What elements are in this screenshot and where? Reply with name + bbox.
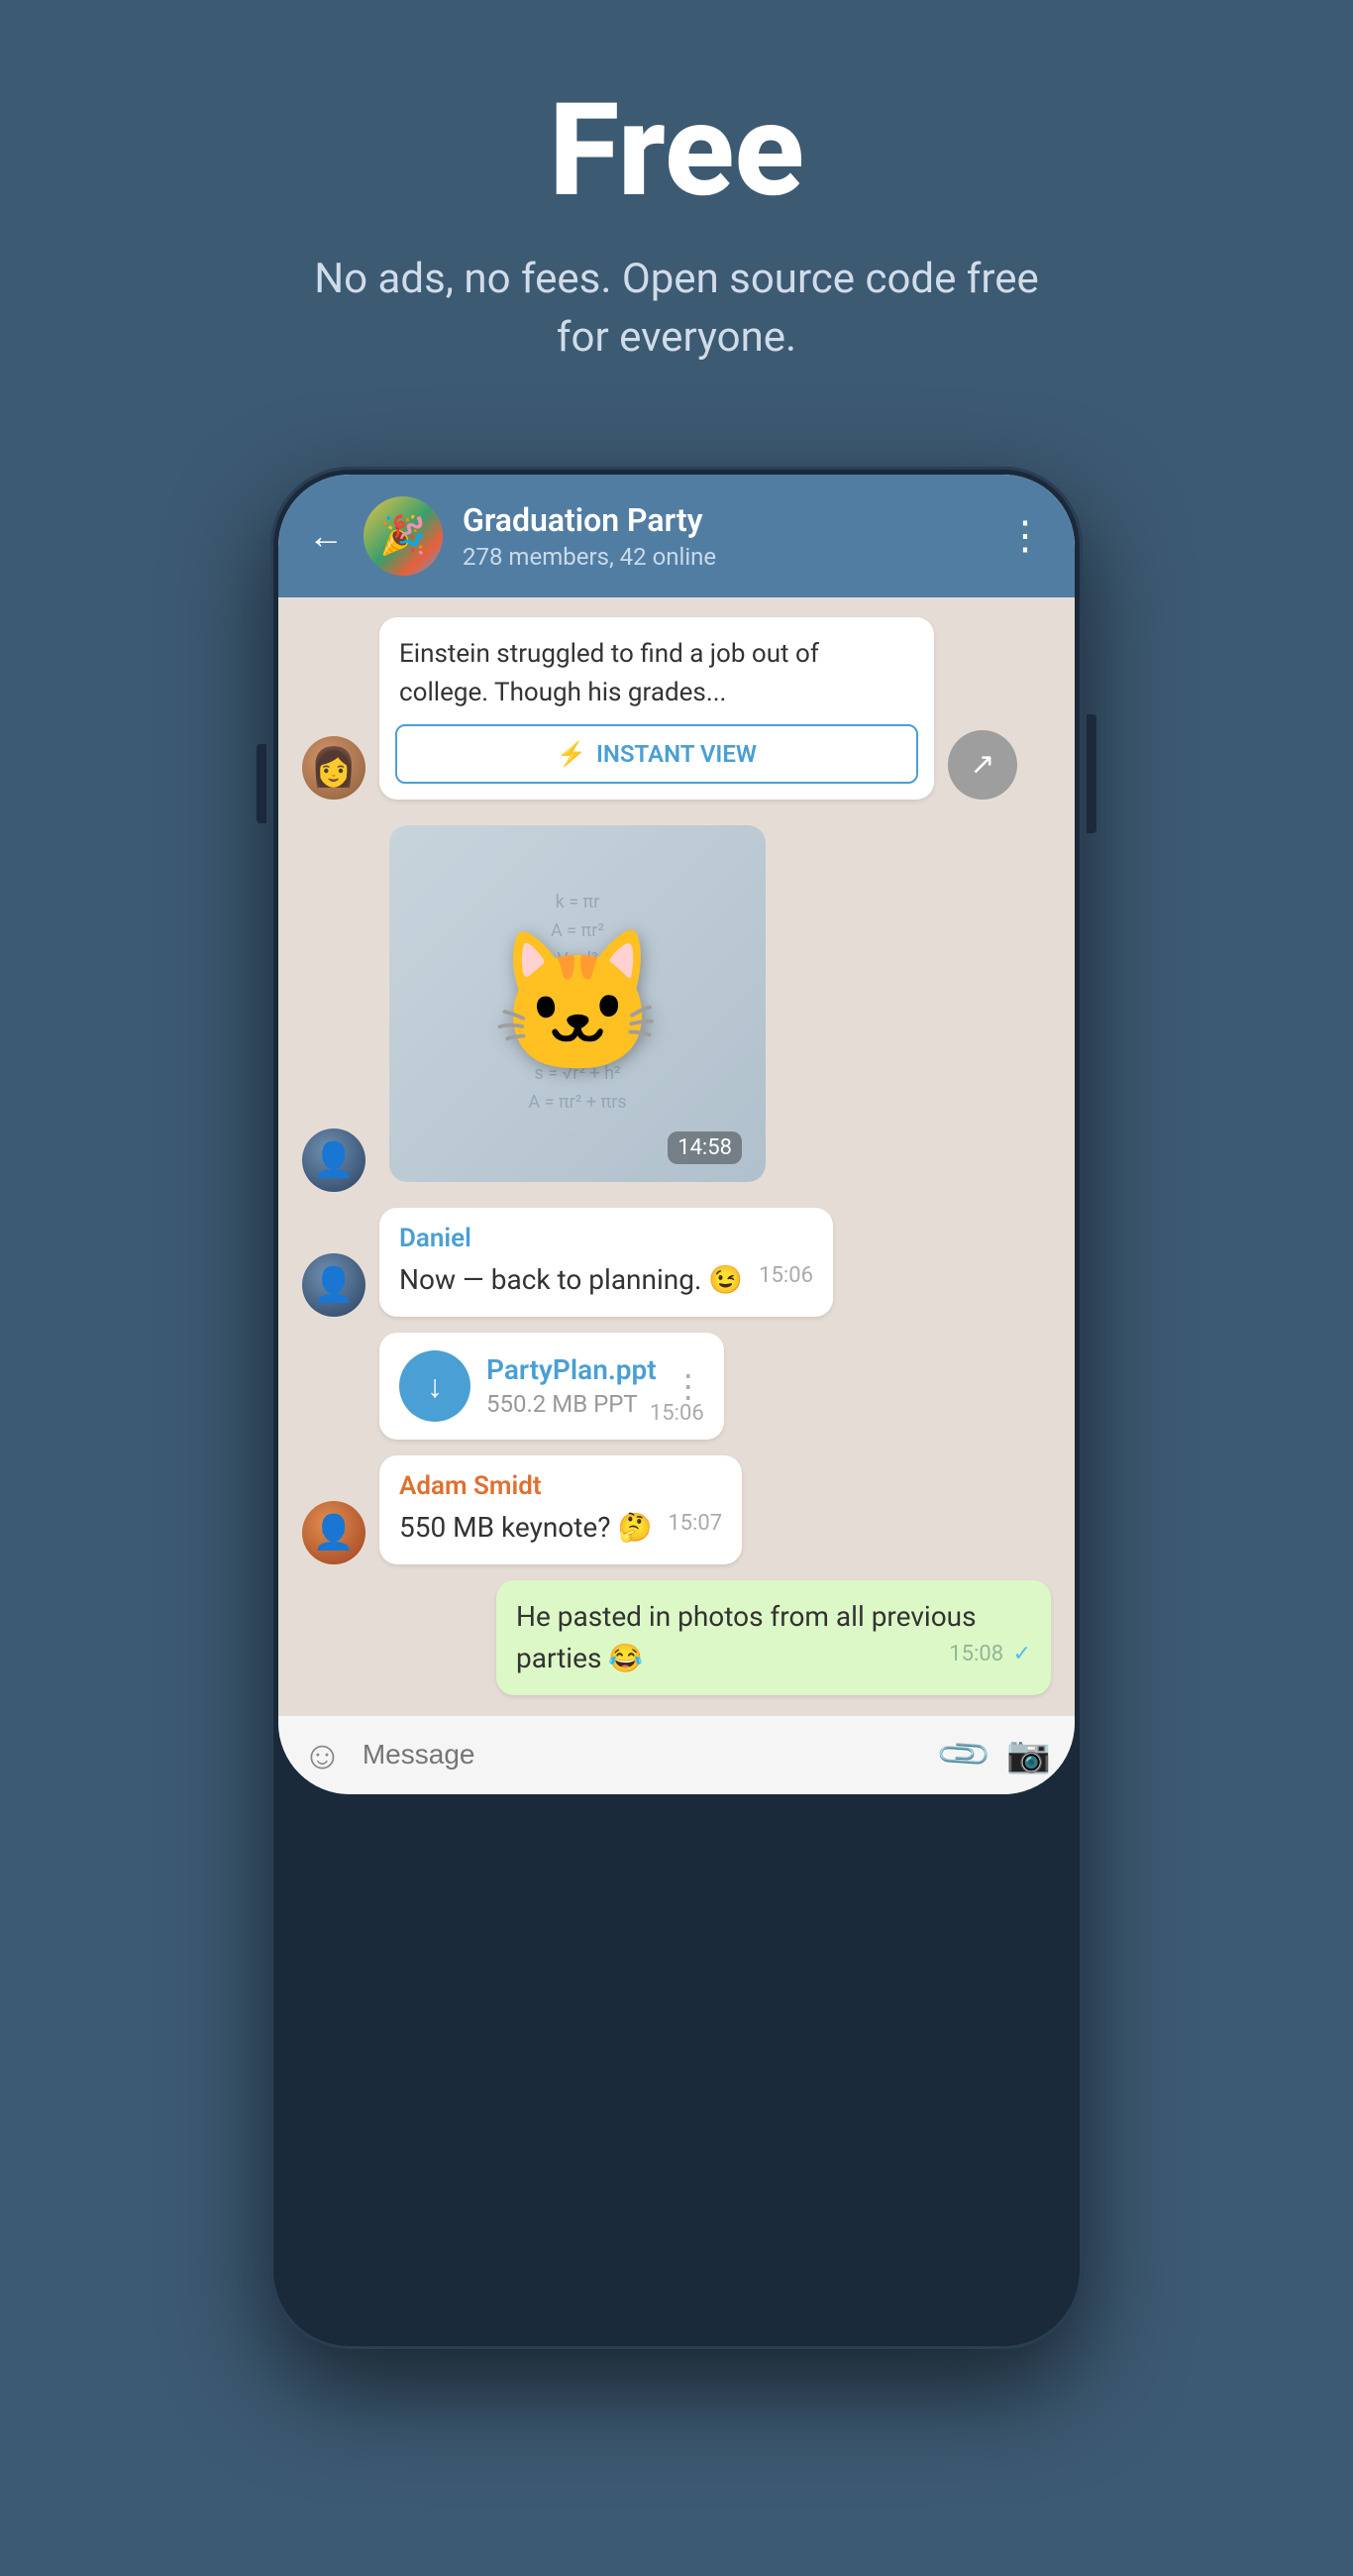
hero-section: Free No ads, no fees. Open source code f…: [0, 0, 1353, 427]
instant-view-button[interactable]: ⚡ INSTANT VIEW: [395, 724, 918, 784]
article-bubble: Einstein struggled to find a job out of …: [379, 617, 934, 800]
file-info: PartyPlan.ppt 550.2 MB PPT: [486, 1353, 657, 1418]
self-message-row: He pasted in photos from all previous pa…: [302, 1580, 1051, 1695]
chat-body: Einstein struggled to find a job out of …: [278, 597, 1075, 1715]
cat-sticker: 🐱: [491, 922, 664, 1085]
group-name: Graduation Party: [463, 501, 986, 539]
adam-message-row: 👤 Adam Smidt 550 MB keynote? 🤔 15:07: [302, 1455, 1051, 1564]
adam-bubble: Adam Smidt 550 MB keynote? 🤔 15:07: [379, 1455, 742, 1564]
instant-view-label: INSTANT VIEW: [596, 740, 757, 768]
group-info: Graduation Party 278 members, 42 online: [463, 501, 986, 571]
phone-inner: ← 🎉 Graduation Party 278 members, 42 onl…: [278, 475, 1075, 1794]
adam-message-time: 15:07: [668, 1511, 722, 1536]
file-message-row: ↓ PartyPlan.ppt 550.2 MB PPT ⋮ 15:06: [302, 1333, 1051, 1440]
lightning-icon: ⚡: [557, 740, 586, 768]
avatar-adam: 👤: [302, 1501, 365, 1564]
page-title: Free: [40, 79, 1313, 221]
sender-name-adam: Adam Smidt: [399, 1471, 722, 1501]
chat-header: ← 🎉 Graduation Party 278 members, 42 onl…: [278, 475, 1075, 597]
sender-name-daniel: Daniel: [399, 1224, 813, 1253]
file-bubble: ↓ PartyPlan.ppt 550.2 MB PPT ⋮ 15:06: [379, 1333, 724, 1440]
sticker-area: k = πr A = πr² V = l² P = 2πr A = πr² s …: [389, 825, 766, 1182]
input-bar: ☺ 📎 📷: [278, 1715, 1075, 1794]
file-name: PartyPlan.ppt: [486, 1353, 657, 1386]
emoji-button[interactable]: ☺: [302, 1732, 343, 1778]
self-bubble: He pasted in photos from all previous pa…: [496, 1580, 1051, 1695]
share-button[interactable]: ↗: [948, 730, 1017, 800]
sticker-timestamp: 14:58: [668, 1131, 742, 1164]
daniel-message-text: Now — back to planning. 😉: [399, 1263, 743, 1296]
self-message-time: 15:08 ✓: [949, 1642, 1031, 1666]
attach-button[interactable]: 📎: [934, 1724, 994, 1784]
back-button[interactable]: ←: [308, 515, 344, 557]
daniel-bubble: Daniel Now — back to planning. 😉 15:06: [379, 1208, 833, 1317]
message-row: Einstein struggled to find a job out of …: [302, 617, 1051, 800]
article-preview-text: Einstein struggled to find a job out of …: [379, 617, 934, 724]
adam-message-text: 550 MB keynote? 🤔: [399, 1511, 652, 1544]
group-avatar: 🎉: [364, 496, 443, 576]
phone-wrapper: ← 🎉 Graduation Party 278 members, 42 onl…: [270, 467, 1083, 2349]
camera-button[interactable]: 📷: [1006, 1734, 1051, 1775]
phone-frame: ← 🎉 Graduation Party 278 members, 42 onl…: [270, 467, 1083, 2349]
avatar-woman: [302, 736, 365, 800]
message-input[interactable]: [363, 1739, 923, 1771]
sticker-bubble: k = πr A = πr² V = l² P = 2πr A = πr² s …: [379, 815, 776, 1192]
more-options-button[interactable]: ⋮: [1005, 512, 1045, 559]
daniel-message-row: 👤 Daniel Now — back to planning. 😉 15:06: [302, 1208, 1051, 1317]
self-message-text: He pasted in photos from all previous pa…: [516, 1600, 977, 1674]
file-size: 550.2 MB PPT: [486, 1390, 657, 1418]
sticker-message-row: 👤 k = πr A = πr² V = l² P = 2πr A = πr² …: [302, 815, 1051, 1192]
daniel-message-time: 15:06: [759, 1263, 813, 1288]
avatar-daniel: 👤: [302, 1253, 365, 1317]
file-time: 15:06: [650, 1401, 704, 1426]
file-download-button[interactable]: ↓: [399, 1350, 470, 1422]
hero-subtitle: No ads, no fees. Open source code free f…: [290, 251, 1063, 368]
read-checkmark: ✓: [1013, 1642, 1031, 1666]
group-members: 278 members, 42 online: [463, 543, 986, 571]
download-icon: ↓: [427, 1367, 443, 1405]
avatar-man1: 👤: [302, 1128, 365, 1192]
file-options-button[interactable]: ⋮: [673, 1367, 704, 1405]
